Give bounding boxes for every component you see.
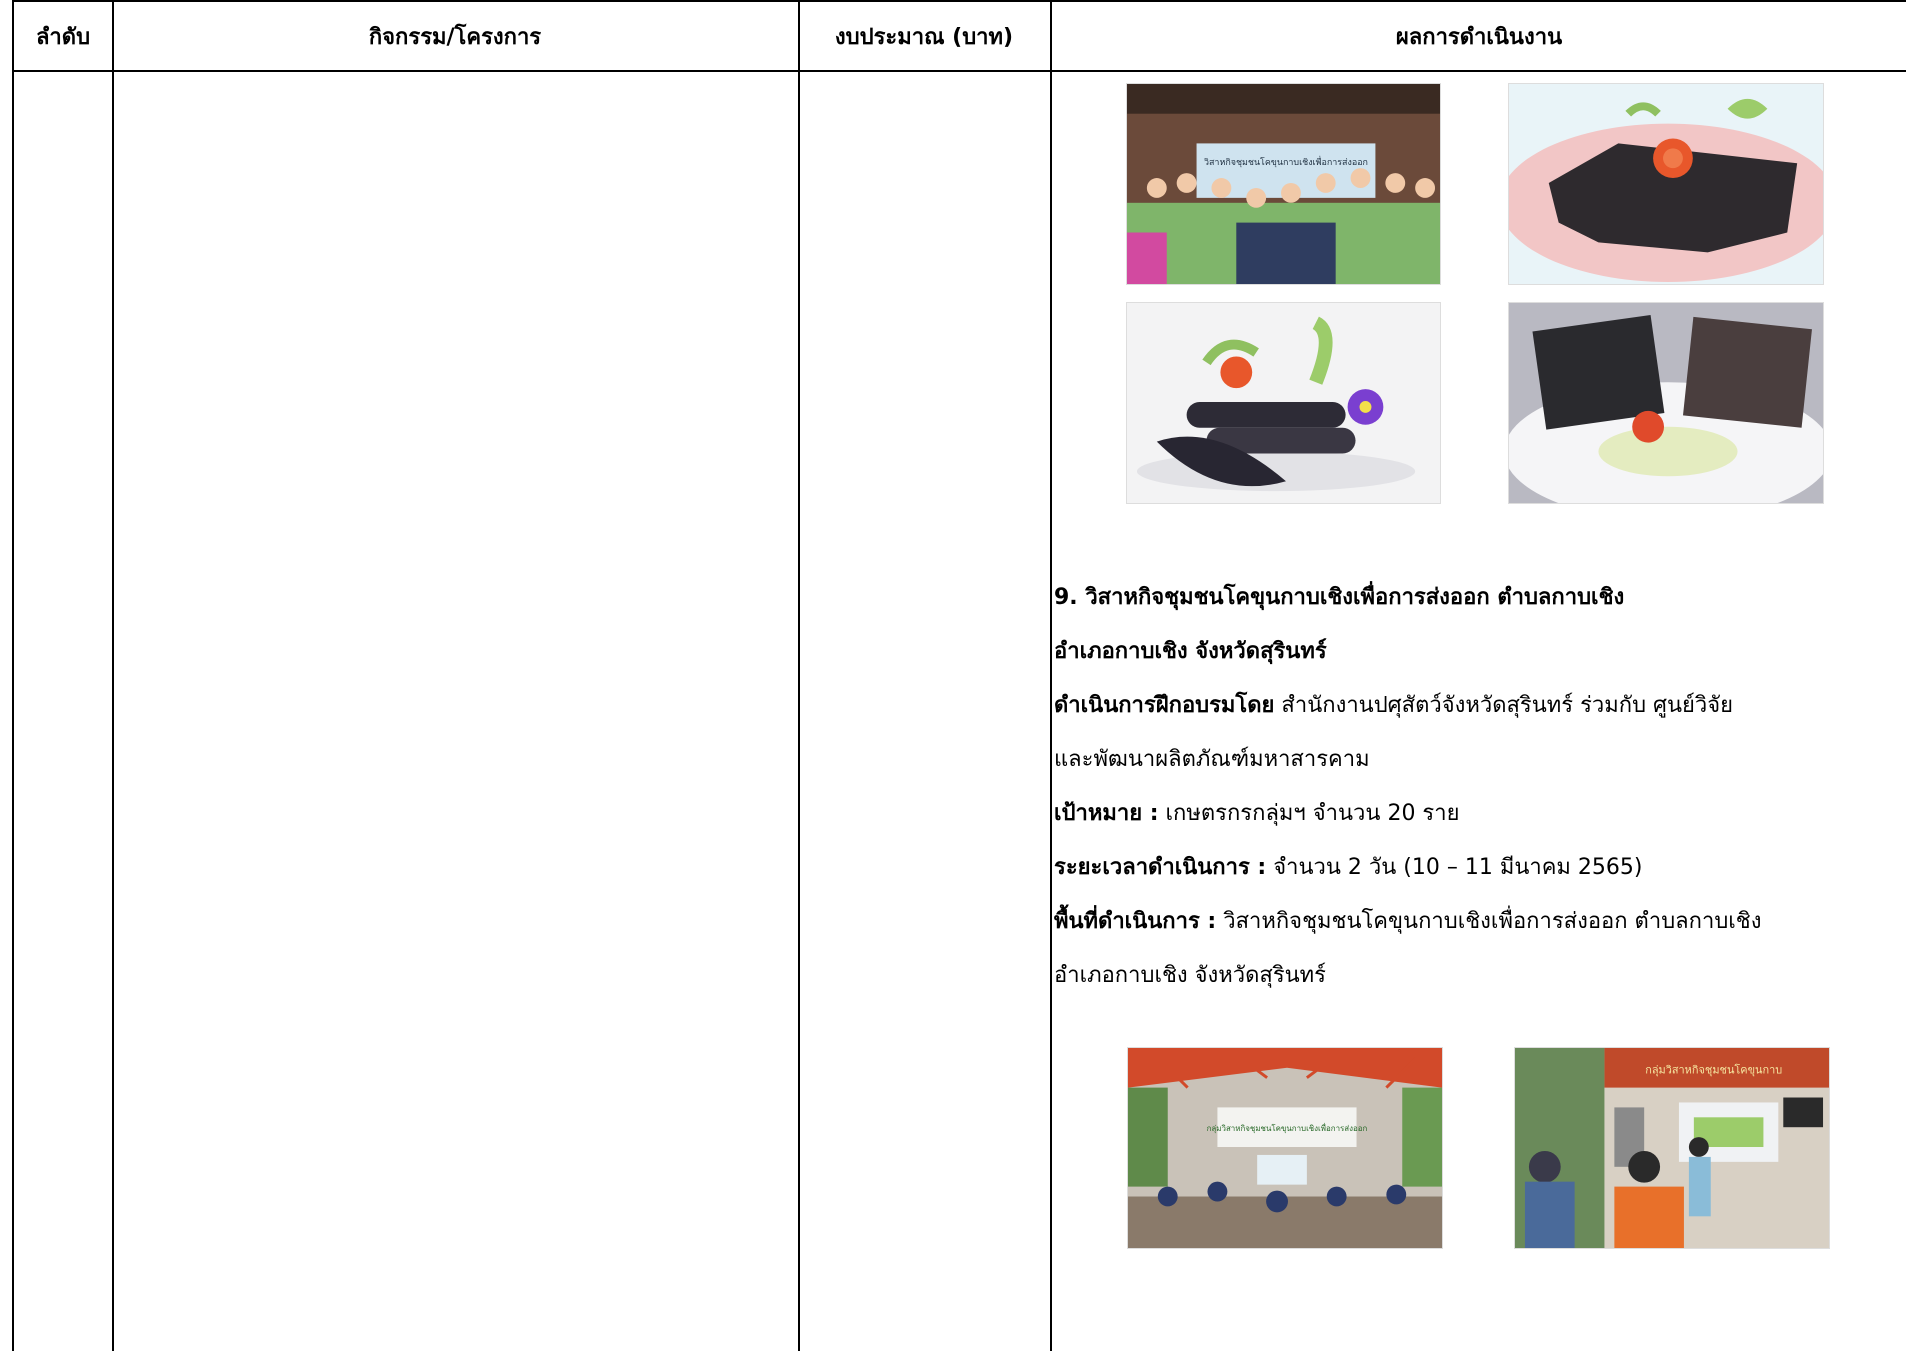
header-budget: งบประมาณ (บาท) [834,24,1014,50]
duration-value: จำนวน 2 วัน (10 – 11 มีนาคม 2565) [1266,855,1643,880]
group-photo: วิสาหกิจชุมชนโคขุนกาบเชิงเพื่อการส่งออก [1126,83,1441,285]
result-heading: 9. วิสาหกิจชุมชนโคขุนกาบเชิงเพื่อการส่งอ… [1054,576,1906,620]
area-value-cont: อำเภอกาบเชิง จังหวัดสุรินทร์ [1054,963,1327,988]
sausage-photo [1126,302,1441,504]
training-row-cont: และพัฒนาผลิตภัณฑ์มหาสารคาม [1054,738,1906,782]
target-value: เกษตรกรกลุ่มฯ จำนวน 20 ราย [1158,801,1460,826]
training-room-photo: กลุ่มวิสาหกิจชุมชนโคขุนกาบ [1514,1047,1830,1249]
packaged-product-photo [1508,302,1824,504]
area-row: พื้นที่ดำเนินการ : วิสาหกิจชุมชนโคขุนกาบ… [1054,900,1906,944]
food-plate-photo [1508,83,1824,285]
report-table: ลำดับ กิจกรรม/โครงการ งบประมาณ (บาท) ผลก… [12,0,1906,1351]
target-label: เป้าหมาย : [1054,801,1159,826]
training-label: ดำเนินการฝึกอบรมโดย [1054,693,1275,718]
header-divider [14,70,1906,72]
column-divider [112,2,114,1351]
hall-banner-text: กลุ่มวิสาหกิจชุมชนโคขุนกาบเชิงเพื่อการส่… [1207,1122,1368,1133]
result-heading-line2: อำเภอกาบเชิง จังหวัดสุรินทร์ [1054,639,1327,664]
header-result: ผลการดำเนินงาน [1395,24,1563,50]
room-banner-text: กลุ่มวิสาหกิจชุมชนโคขุนกาบ [1645,1064,1782,1077]
header-order: ลำดับ [35,24,91,50]
area-value: วิสาหกิจชุมชนโคขุนกาบเชิงเพื่อการส่งออก … [1216,909,1762,934]
area-row-cont: อำเภอกาบเชิง จังหวัดสุรินทร์ [1054,954,1906,998]
training-row: ดำเนินการฝึกอบรมโดย สำนักงานปศุสัตว์จังห… [1054,684,1906,728]
target-row: เป้าหมาย : เกษตรกรกลุ่มฯ จำนวน 20 ราย [1054,792,1906,836]
training-hall-photo: กลุ่มวิสาหกิจชุมชนโคขุนกาบเชิงเพื่อการส่… [1127,1047,1443,1249]
area-label: พื้นที่ดำเนินการ : [1054,909,1217,934]
column-divider [1050,2,1052,1351]
training-value: สำนักงานปศุสัตว์จังหวัดสุรินทร์ ร่วมกับ … [1274,693,1734,718]
result-heading-line1: 9. วิสาหกิจชุมชนโคขุนกาบเชิงเพื่อการส่งอ… [1054,585,1625,610]
header-activity: กิจกรรม/โครงการ [368,24,542,50]
result-heading-2: อำเภอกาบเชิง จังหวัดสุรินทร์ [1054,630,1906,674]
duration-row: ระยะเวลาดำเนินการ : จำนวน 2 วัน (10 – 11… [1054,846,1906,890]
training-value-cont: และพัฒนาผลิตภัณฑ์มหาสารคาม [1054,747,1370,772]
column-divider [798,2,800,1351]
duration-label: ระยะเวลาดำเนินการ : [1054,855,1267,880]
